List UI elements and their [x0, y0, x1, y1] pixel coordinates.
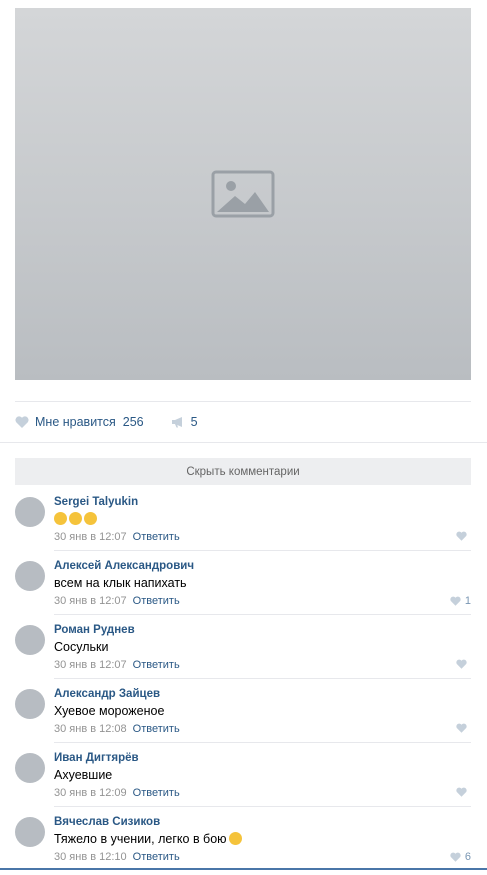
- comment-meta: 30 янв в 12:07 Ответить: [54, 531, 180, 543]
- comment-text: всем на клык напихать: [54, 576, 187, 590]
- reply-link[interactable]: Ответить: [133, 531, 180, 543]
- comment-author[interactable]: Вячеслав Сизиков: [54, 816, 160, 828]
- like-button[interactable]: Мне нравится 256: [15, 415, 144, 429]
- emoji-icon: [228, 832, 242, 845]
- hide-comments-label: Скрыть комментарии: [186, 465, 300, 478]
- comment-date[interactable]: 30 янв в 12:10: [54, 851, 127, 863]
- comment-meta: 30 янв в 12:09 Ответить: [54, 787, 180, 799]
- bottom-border: [0, 868, 487, 870]
- post-actions: Мне нравится 256 5: [15, 410, 471, 434]
- comment-like-button[interactable]: [456, 659, 471, 669]
- divider: [54, 614, 471, 615]
- heart-icon: [15, 416, 29, 428]
- comment-like-button[interactable]: [456, 723, 471, 733]
- comment-date[interactable]: 30 янв в 12:09: [54, 787, 127, 799]
- heart-icon: [456, 659, 467, 669]
- comment-author[interactable]: Алексей Александрович: [54, 560, 194, 572]
- comment: Роман Руднев Сосульки 30 янв в 12:07 Отве…: [15, 619, 471, 683]
- emoji-icon: [69, 512, 82, 525]
- comment-like-count: 6: [464, 851, 471, 863]
- hide-comments-button[interactable]: Скрыть комментарии: [15, 458, 471, 485]
- like-label: Мне нравится: [35, 415, 116, 429]
- divider: [15, 401, 471, 402]
- comment-text: Тяжело в учении, легко в бою: [54, 832, 244, 846]
- image-icon: [211, 170, 275, 218]
- divider: [54, 742, 471, 743]
- comment-date[interactable]: 30 янв в 12:07: [54, 531, 127, 543]
- heart-icon: [450, 852, 461, 862]
- comment-author[interactable]: Sergei Talyukin: [54, 496, 138, 508]
- reply-link[interactable]: Ответить: [133, 595, 180, 607]
- megaphone-icon: [171, 417, 182, 428]
- user-avatar[interactable]: [15, 497, 45, 527]
- comment-like-button[interactable]: 1: [450, 595, 471, 607]
- comment-text: Ахуевшие: [54, 768, 113, 782]
- user-avatar[interactable]: [15, 561, 45, 591]
- comment-meta: 30 янв в 12:07 Ответить: [54, 595, 180, 607]
- heart-icon: [456, 531, 467, 541]
- user-avatar[interactable]: [15, 689, 45, 719]
- emoji-icon: [54, 512, 67, 525]
- comment: Вячеслав Сизиков Тяжело в учении, легко …: [15, 811, 471, 875]
- comment-author[interactable]: Иван Дигтярёв: [54, 752, 139, 764]
- divider: [54, 806, 471, 807]
- user-avatar[interactable]: [15, 753, 45, 783]
- comment: Иван Дигтярёв Ахуевшие 30 янв в 12:09 Отв…: [15, 747, 471, 811]
- comment-date[interactable]: 30 янв в 12:08: [54, 723, 127, 735]
- reply-link[interactable]: Ответить: [133, 659, 180, 671]
- comment-text: Хуевое мороженое: [54, 704, 165, 718]
- comment-text: Сосульки: [54, 640, 109, 654]
- comment-date[interactable]: 30 янв в 12:07: [54, 659, 127, 671]
- post-photo-placeholder[interactable]: [15, 8, 471, 380]
- comment-like-button[interactable]: [456, 787, 471, 797]
- comment-meta: 30 янв в 12:07 Ответить: [54, 659, 180, 671]
- user-avatar[interactable]: [15, 625, 45, 655]
- reply-link[interactable]: Ответить: [133, 851, 180, 863]
- comment-date[interactable]: 30 янв в 12:07: [54, 595, 127, 607]
- comment-like-button[interactable]: [456, 531, 471, 541]
- reply-link[interactable]: Ответить: [133, 723, 180, 735]
- comment-author[interactable]: Роман Руднев: [54, 624, 135, 636]
- comment-text-body: Тяжело в учении, легко в бою: [54, 832, 227, 846]
- user-avatar[interactable]: [15, 817, 45, 847]
- comment-meta: 30 янв в 12:10 Ответить: [54, 851, 180, 863]
- heart-icon: [456, 723, 467, 733]
- heart-icon: [456, 787, 467, 797]
- comment: Sergei Talyukin 30 янв в 12:07 Ответить: [15, 491, 471, 555]
- divider: [54, 678, 471, 679]
- comment: Алексей Александрович всем на клык напих…: [15, 555, 471, 619]
- share-count: 5: [190, 415, 198, 429]
- divider: [54, 550, 471, 551]
- comment-author[interactable]: Александр Зайцев: [54, 688, 160, 700]
- comment-text: [54, 512, 99, 526]
- reply-link[interactable]: Ответить: [133, 787, 180, 799]
- emoji-icon: [84, 512, 97, 525]
- share-button[interactable]: 5: [171, 415, 198, 429]
- divider: [0, 442, 487, 443]
- comment: Александр Зайцев Хуевое мороженое 30 янв…: [15, 683, 471, 747]
- comment-like-button[interactable]: 6: [450, 851, 471, 863]
- like-count: 256: [122, 415, 144, 429]
- comment-like-count: 1: [464, 595, 471, 607]
- heart-icon: [450, 596, 461, 606]
- comment-meta: 30 янв в 12:08 Ответить: [54, 723, 180, 735]
